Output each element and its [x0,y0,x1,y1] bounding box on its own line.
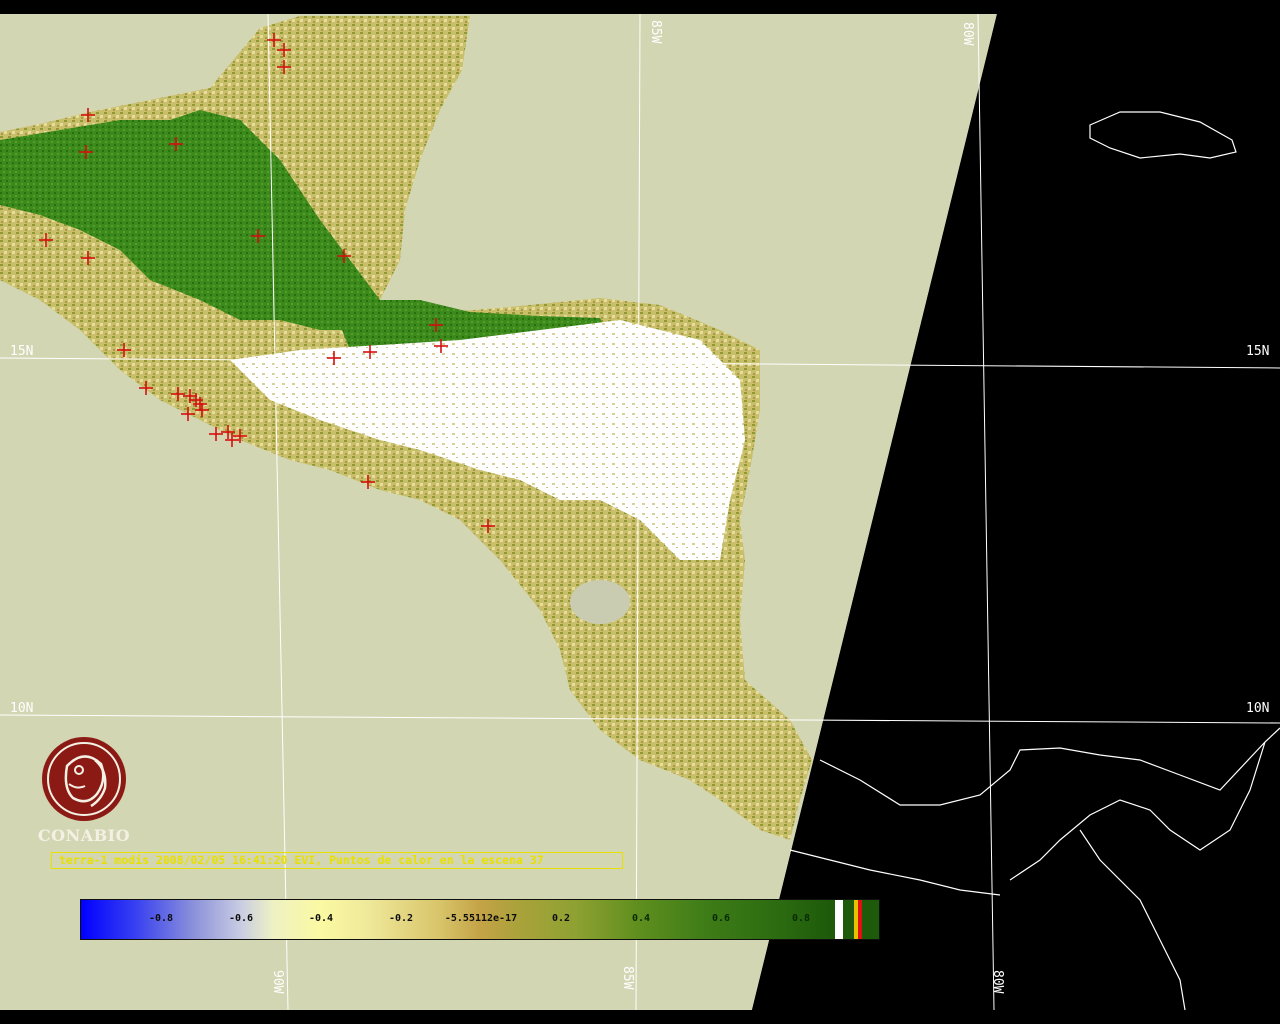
grid-label-80w-bottom: 80W [990,970,1005,994]
colorbar-tick-label: 0.8 [791,913,811,924]
grid-label-80w-top: 80W [960,22,975,46]
colorbar-tick-label: 0.6 [711,913,731,924]
evi-colorbar: -0.8 -0.6 -0.4 -0.2 -5.55112e-17 0.2 0.4 0.6 0.8 [80,899,880,940]
top-border [0,0,1280,14]
grid-label-10n-left: 10N [10,701,33,716]
colorbar-cloud-swatch [835,900,843,939]
grid-label-85w-top: 85W [648,20,663,44]
grid-label-10n-right: 10N [1246,701,1269,716]
colorbar-tick-label: -5.55112e-17 [444,913,518,924]
macaw-emblem-icon [42,737,126,821]
bottom-border [0,1010,1280,1024]
colorbar-tick-label: 0.4 [631,913,651,924]
lake-nicaragua [570,580,630,624]
conabio-logo-text: CONABIO [37,826,131,845]
colorbar-tick-label: 0.2 [551,913,571,924]
scene-caption: terra-1 modis 2008/02/05 16:41:20 EVI, P… [51,852,623,869]
satellite-map: 15N 15N 10N 10N 85W 80W 90W 85W 80W [0,0,1280,1024]
colorbar-tick-label: -0.8 [148,913,174,924]
grid-label-85w-bottom: 85W [620,966,635,990]
colorbar-tick-label: -0.4 [308,913,334,924]
grid-label-15n-left: 15N [10,344,33,359]
grid-label-90w-bottom: 90W [270,970,285,994]
grid-label-15n-right: 15N [1246,344,1269,359]
colorbar-fire-swatch-red [858,900,862,939]
colorbar-tick-label: -0.6 [228,913,254,924]
conabio-logo: CONABIO [36,736,132,845]
map-stage: 15N 15N 10N 10N 85W 80W 90W 85W 80W CONA… [0,0,1280,1024]
colorbar-tick-label: -0.2 [388,913,414,924]
